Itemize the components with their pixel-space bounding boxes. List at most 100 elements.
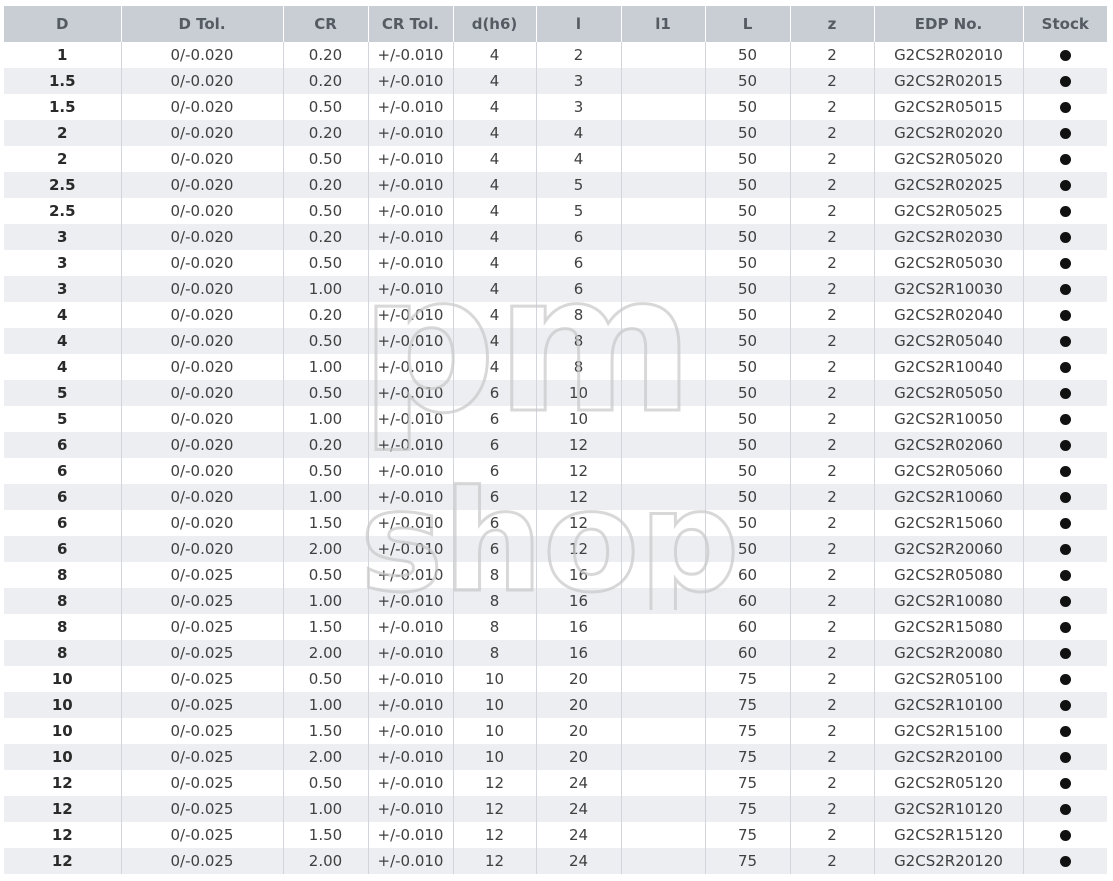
table-cell: +/-0.010 <box>367 588 453 614</box>
table-cell: 16 <box>535 614 621 640</box>
table-cell: 4 <box>452 354 536 380</box>
table-cell: 50 <box>704 94 790 120</box>
table-cell: 16 <box>535 640 621 666</box>
table-cell: G2CS2R10040 <box>873 354 1023 380</box>
table-cell: 0.20 <box>282 172 368 198</box>
table-cell: 8 <box>452 614 536 640</box>
table-cell: G2CS2R05080 <box>873 562 1023 588</box>
table-cell: 0/-0.020 <box>120 328 283 354</box>
table-cell: G2CS2R02025 <box>873 172 1023 198</box>
stock-cell <box>1022 614 1107 640</box>
table-cell: 4 <box>4 354 121 380</box>
stock-cell <box>1022 380 1107 406</box>
table-cell: 0/-0.025 <box>120 588 283 614</box>
table-cell: 2 <box>789 120 874 146</box>
stock-cell <box>1022 198 1107 224</box>
table-cell: 4 <box>452 94 536 120</box>
table-cell: 2 <box>789 172 874 198</box>
stock-cell <box>1022 302 1107 328</box>
table-row: 6 0/-0.020 1.00 +/-0.010 6 12 50 2 G2CS2R10060 <box>4 484 1107 510</box>
table-cell: 8 <box>535 302 621 328</box>
table-cell: 12 <box>452 848 536 874</box>
table-cell: 6 <box>452 536 536 562</box>
stock-cell <box>1022 562 1107 588</box>
stock-cell <box>1022 718 1107 744</box>
table-cell: +/-0.010 <box>367 42 453 68</box>
table-cell: 12 <box>452 796 536 822</box>
table-cell: 50 <box>704 432 790 458</box>
table-cell <box>620 562 705 588</box>
table-cell: 2 <box>789 94 874 120</box>
table-cell: 2 <box>789 640 874 666</box>
table-cell: 3 <box>535 94 621 120</box>
table-row: 1.5 0/-0.020 0.50 +/-0.010 4 3 50 2 G2CS2R05015 <box>4 94 1107 120</box>
table-cell <box>620 770 705 796</box>
table-cell: +/-0.010 <box>367 744 453 770</box>
table-cell: 6 <box>452 432 536 458</box>
table-cell: G2CS2R15100 <box>873 718 1023 744</box>
table-cell: 12 <box>4 770 121 796</box>
in-stock-dot-icon <box>1059 570 1071 581</box>
table-row: 4 0/-0.020 1.00 +/-0.010 4 8 50 2 G2CS2R10040 <box>4 354 1107 380</box>
table-cell: +/-0.010 <box>367 302 453 328</box>
table-row: 5 0/-0.020 0.50 +/-0.010 6 10 50 2 G2CS2R05050 <box>4 380 1107 406</box>
table-cell: +/-0.010 <box>367 640 453 666</box>
column-header: l1 <box>620 6 705 42</box>
table-cell: 5 <box>4 406 121 432</box>
table-cell: 0/-0.025 <box>120 744 283 770</box>
table-cell: G2CS2R15120 <box>873 822 1023 848</box>
column-header: d(h6) <box>452 6 536 42</box>
table-cell: 2 <box>789 250 874 276</box>
table-row: 3 0/-0.020 1.00 +/-0.010 4 6 50 2 G2CS2R10030 <box>4 276 1107 302</box>
table-cell: 2 <box>789 744 874 770</box>
table-cell: 75 <box>704 666 790 692</box>
table-cell: 4 <box>452 276 536 302</box>
table-cell: G2CS2R20080 <box>873 640 1023 666</box>
table-cell: +/-0.010 <box>367 198 453 224</box>
in-stock-dot-icon <box>1059 388 1071 399</box>
in-stock-dot-icon <box>1059 102 1071 113</box>
table-cell: 12 <box>535 536 621 562</box>
table-cell: 0.50 <box>282 328 368 354</box>
table-cell: G2CS2R02040 <box>873 302 1023 328</box>
table-cell: 60 <box>704 562 790 588</box>
table-cell: 60 <box>704 614 790 640</box>
table-cell: 16 <box>535 562 621 588</box>
table-cell: 0/-0.025 <box>120 614 283 640</box>
table-cell: 0/-0.025 <box>120 640 283 666</box>
stock-cell <box>1022 328 1107 354</box>
table-cell: 12 <box>452 770 536 796</box>
table-cell: 6 <box>452 380 536 406</box>
table-row: 6 0/-0.020 2.00 +/-0.010 6 12 50 2 G2CS2R20060 <box>4 536 1107 562</box>
table-cell: G2CS2R05015 <box>873 94 1023 120</box>
table-cell <box>620 640 705 666</box>
stock-cell <box>1022 796 1107 822</box>
table-cell: +/-0.010 <box>367 796 453 822</box>
table-cell: 4 <box>452 120 536 146</box>
table-cell: 50 <box>704 276 790 302</box>
table-cell: 2 <box>789 536 874 562</box>
table-cell <box>620 718 705 744</box>
table-cell: G2CS2R15060 <box>873 510 1023 536</box>
in-stock-dot-icon <box>1059 596 1071 607</box>
table-cell: 6 <box>452 484 536 510</box>
in-stock-dot-icon <box>1059 232 1071 243</box>
table-cell: +/-0.010 <box>367 822 453 848</box>
table-cell: 8 <box>452 588 536 614</box>
table-cell: +/-0.010 <box>367 172 453 198</box>
table-cell: 8 <box>535 328 621 354</box>
table-cell: 2 <box>789 68 874 94</box>
table-cell: 0.20 <box>282 42 368 68</box>
table-cell: 1.50 <box>282 718 368 744</box>
table-cell: 2 <box>789 614 874 640</box>
table-row: 10 0/-0.025 0.50 +/-0.010 10 20 75 2 G2CS2R05100 <box>4 666 1107 692</box>
table-cell: 50 <box>704 120 790 146</box>
table-row: 10 0/-0.025 2.00 +/-0.010 10 20 75 2 G2CS2R20100 <box>4 744 1107 770</box>
table-cell: 20 <box>535 692 621 718</box>
table-cell: 3 <box>4 250 121 276</box>
table-cell: 10 <box>452 666 536 692</box>
table-cell: +/-0.010 <box>367 692 453 718</box>
table-cell <box>620 614 705 640</box>
table-cell: 4 <box>452 68 536 94</box>
in-stock-dot-icon <box>1059 440 1071 451</box>
